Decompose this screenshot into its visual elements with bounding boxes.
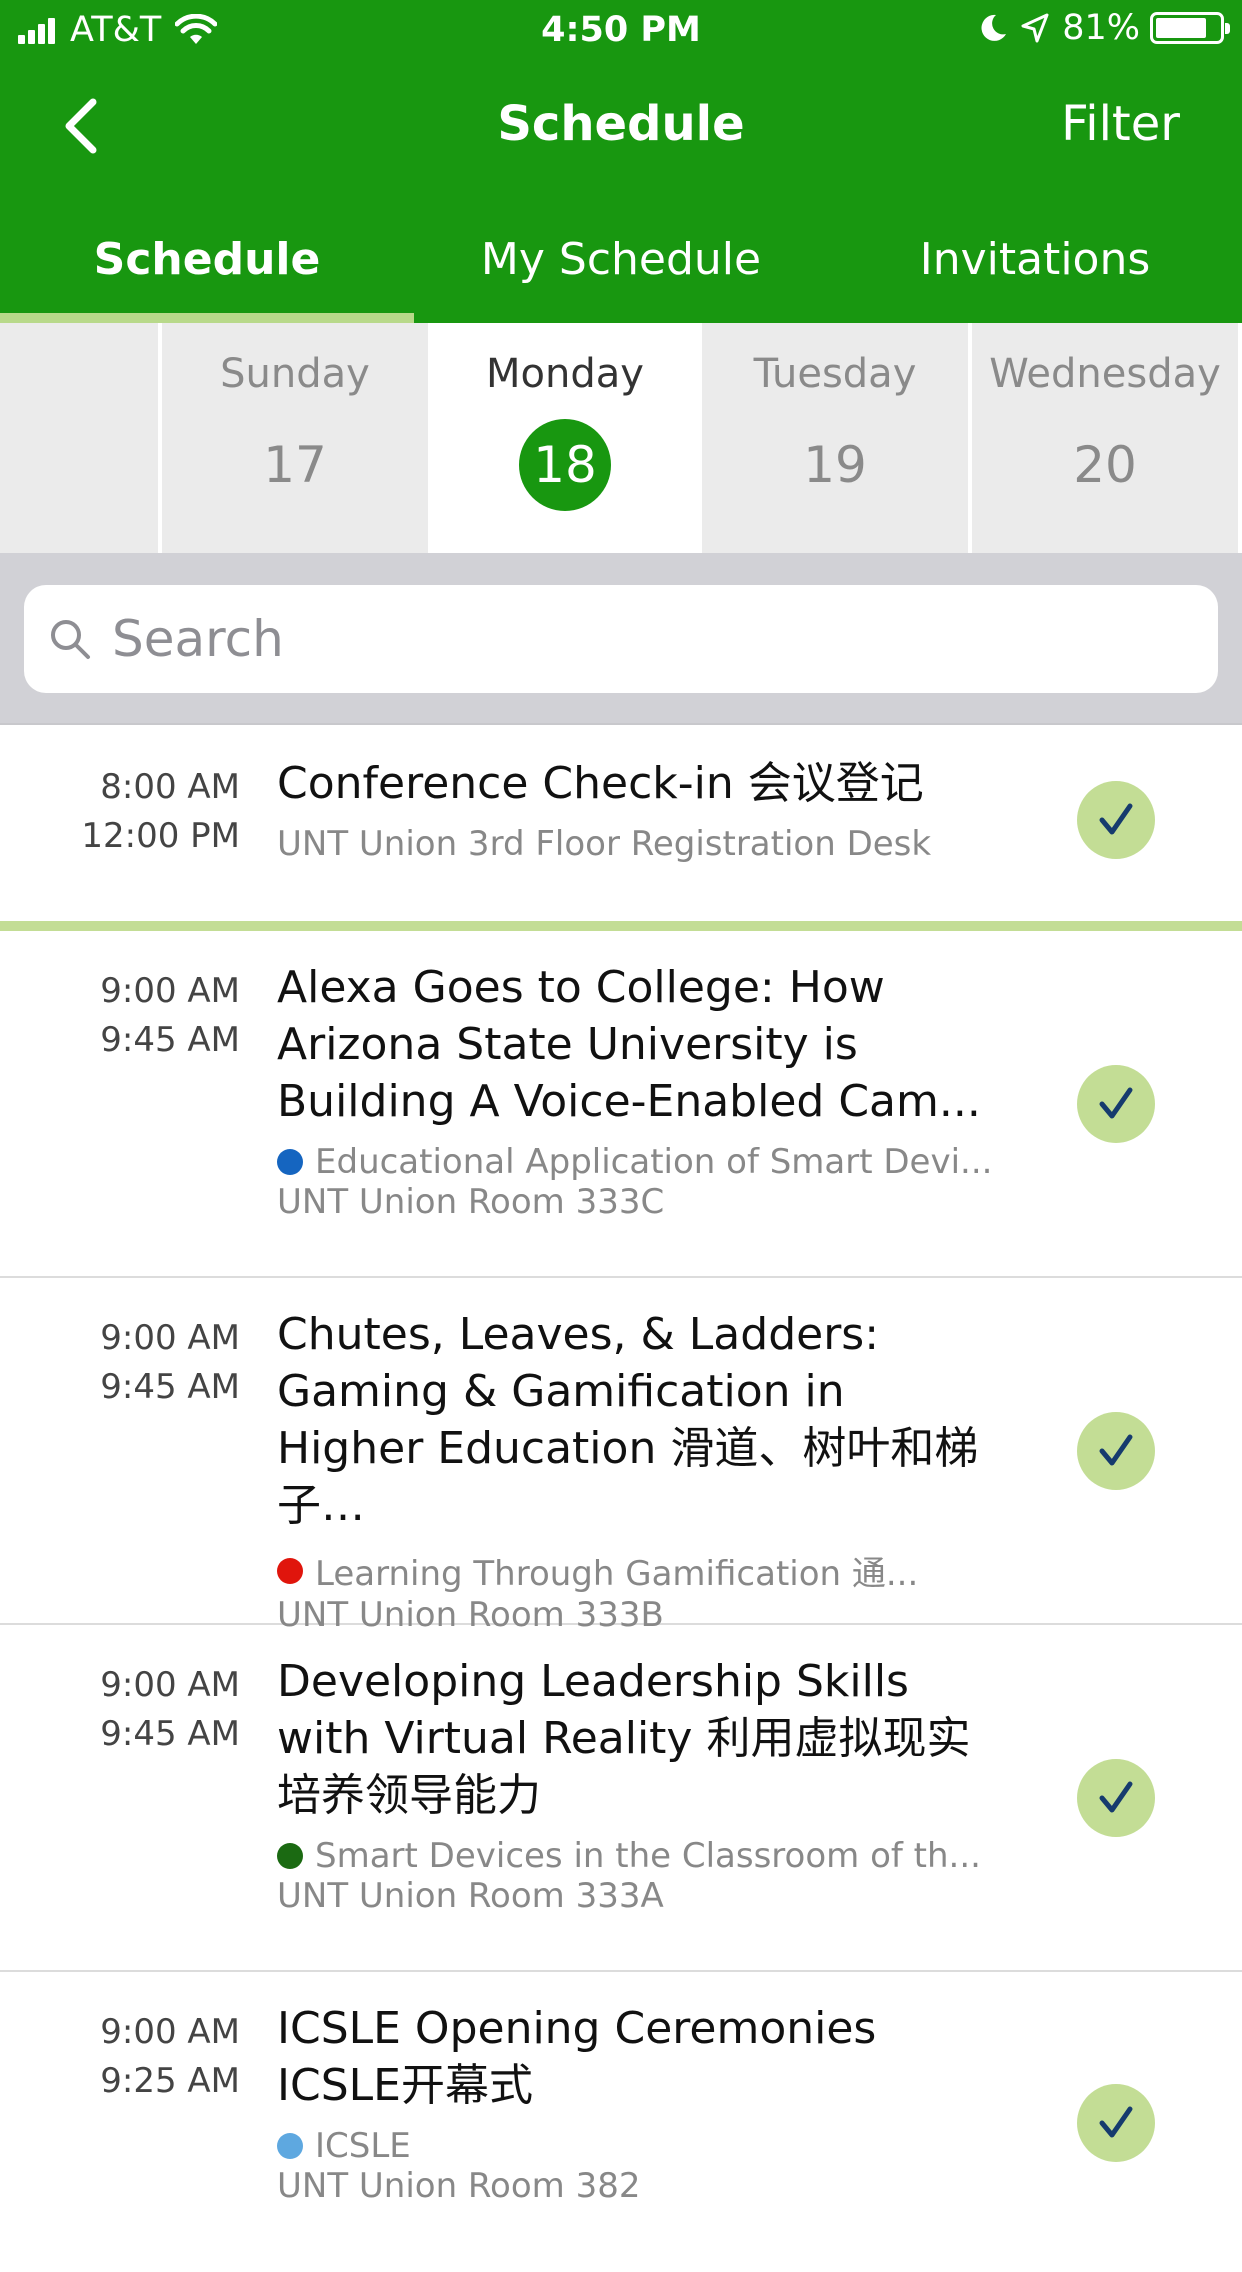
- session-content: Alexa Goes to College: How Arizona State…: [277, 959, 997, 1222]
- search-box[interactable]: [24, 585, 1218, 693]
- session-room: UNT Union Room 333A: [277, 1876, 664, 1916]
- session-track: Educational Application of Smart Devi...: [277, 1142, 997, 1182]
- session-row[interactable]: 9:00 AM 9:45 AM Developing Leadership Sk…: [0, 1625, 1242, 1972]
- session-list: 8:00 AM 12:00 PM Conference Check-in 会议登…: [0, 725, 1242, 2272]
- session-track: Smart Devices in the Classroom of th...: [277, 1836, 997, 1876]
- checkmark-icon: [1099, 1087, 1133, 1119]
- session-end-time: 9:45 AM: [100, 1714, 240, 1754]
- add-to-schedule-button[interactable]: [1077, 2084, 1155, 2162]
- track-label: Smart Devices in the Classroom of th...: [315, 1836, 981, 1876]
- day-number: 17: [263, 436, 327, 494]
- session-title: Conference Check-in 会议登记: [277, 758, 924, 809]
- checkmark-icon: [1099, 1434, 1133, 1466]
- battery-icon: [1150, 12, 1230, 44]
- session-end-time: 12:00 PM: [81, 816, 240, 856]
- session-title: Developing Leadership Skills with Virtua…: [277, 1656, 971, 1821]
- day-number: 19: [803, 436, 867, 494]
- session-title: Alexa Goes to College: How Arizona State…: [277, 962, 981, 1127]
- track-color-dot: [277, 1843, 303, 1869]
- day-wednesday[interactable]: Wednesday 20: [972, 323, 1242, 553]
- checkmark-icon: [1099, 1781, 1133, 1813]
- session-room: UNT Union Room 333C: [277, 1182, 665, 1222]
- day-name: Tuesday: [753, 351, 917, 397]
- search-icon: [51, 620, 90, 659]
- session-row[interactable]: 9:00 AM 9:25 AM ICSLE Opening Ceremonies…: [0, 1972, 1242, 2272]
- day-sunday[interactable]: Sunday 17: [162, 323, 432, 553]
- track-color-dot: [277, 2133, 303, 2159]
- session-content: Developing Leadership Skills with Virtua…: [277, 1653, 997, 1916]
- tab-schedule[interactable]: Schedule: [0, 220, 414, 323]
- day-monday[interactable]: Monday 18: [432, 323, 702, 553]
- track-color-dot: [277, 1149, 303, 1175]
- track-label: Learning Through Gamification 通...: [315, 1554, 919, 1594]
- day-number: 18: [519, 419, 611, 511]
- tab-invitations[interactable]: Invitations: [828, 220, 1242, 323]
- search-input[interactable]: [112, 610, 1112, 668]
- tab-bar: Schedule My Schedule Invitations: [0, 220, 1242, 323]
- session-row[interactable]: 9:00 AM 9:45 AM Alexa Goes to College: H…: [0, 931, 1242, 1278]
- session-start-time: 9:00 AM: [100, 1318, 240, 1358]
- checkmark-icon: [1099, 803, 1133, 835]
- location-arrow-icon: [1021, 13, 1049, 43]
- session-start-time: 9:00 AM: [100, 971, 240, 1011]
- session-track: Learning Through Gamification 通...: [277, 1546, 997, 1595]
- session-times: 9:00 AM 9:45 AM: [0, 1661, 240, 1759]
- session-content: ICSLE Opening Ceremonies ICSLE开幕式 ICSLE …: [277, 2000, 997, 2206]
- session-row[interactable]: 8:00 AM 12:00 PM Conference Check-in 会议登…: [0, 725, 1242, 931]
- session-end-time: 9:25 AM: [100, 2061, 240, 2101]
- session-room: UNT Union Room 382: [277, 2166, 641, 2206]
- search-area: [0, 553, 1242, 725]
- session-start-time: 9:00 AM: [100, 2012, 240, 2052]
- session-times: 9:00 AM 9:45 AM: [0, 967, 240, 1065]
- track-label: ICSLE: [315, 2126, 411, 2166]
- day-name: Sunday: [220, 351, 370, 397]
- track-color-dot: [277, 1557, 303, 1584]
- session-end-time: 9:45 AM: [100, 1020, 240, 1060]
- session-title: ICSLE Opening Ceremonies ICSLE开幕式: [277, 2003, 877, 2111]
- day-name: Wednesday: [989, 351, 1221, 397]
- session-title: Chutes, Leaves, & Ladders: Gaming & Gami…: [277, 1309, 979, 1531]
- day-strip-spacer: [0, 323, 162, 553]
- status-bar: AT&T 4:50 PM 81%: [0, 0, 1242, 62]
- moon-icon: [981, 14, 1007, 41]
- session-start-time: 9:00 AM: [100, 1665, 240, 1705]
- day-selector: Sunday 17 Monday 18 Tuesday 19 Wednesday…: [0, 323, 1242, 553]
- session-times: 9:00 AM 9:25 AM: [0, 2008, 240, 2106]
- session-times: 9:00 AM 9:45 AM: [0, 1314, 240, 1412]
- tab-my-schedule[interactable]: My Schedule: [414, 220, 828, 323]
- checkmark-icon: [1099, 2106, 1133, 2138]
- add-to-schedule-button[interactable]: [1077, 1759, 1155, 1837]
- status-right: 81%: [978, 8, 1230, 48]
- add-to-schedule-button[interactable]: [1077, 1412, 1155, 1490]
- filter-button[interactable]: Filter: [1061, 96, 1180, 152]
- session-row[interactable]: 9:00 AM 9:45 AM Chutes, Leaves, & Ladder…: [0, 1278, 1242, 1635]
- header: AT&T 4:50 PM 81% Schedule Filter Schedul…: [0, 0, 1242, 323]
- add-to-schedule-button[interactable]: [1077, 781, 1155, 859]
- add-to-schedule-button[interactable]: [1077, 1065, 1155, 1143]
- session-content: Conference Check-in 会议登记 UNT Union 3rd F…: [277, 755, 997, 864]
- day-name: Monday: [486, 351, 644, 397]
- session-end-time: 9:45 AM: [100, 1367, 240, 1407]
- session-track: ICSLE: [277, 2126, 997, 2166]
- session-times: 8:00 AM 12:00 PM: [0, 763, 240, 861]
- day-tuesday[interactable]: Tuesday 19: [702, 323, 972, 553]
- day-number: 20: [1073, 436, 1137, 494]
- nav-bar: Schedule Filter: [0, 62, 1242, 190]
- track-label: Educational Application of Smart Devi...: [315, 1142, 993, 1182]
- page-title: Schedule: [497, 96, 745, 152]
- session-room: UNT Union 3rd Floor Registration Desk: [277, 824, 932, 864]
- session-content: Chutes, Leaves, & Ladders: Gaming & Gami…: [277, 1306, 997, 1635]
- battery-percent: 81%: [1062, 8, 1140, 48]
- session-start-time: 8:00 AM: [100, 767, 240, 807]
